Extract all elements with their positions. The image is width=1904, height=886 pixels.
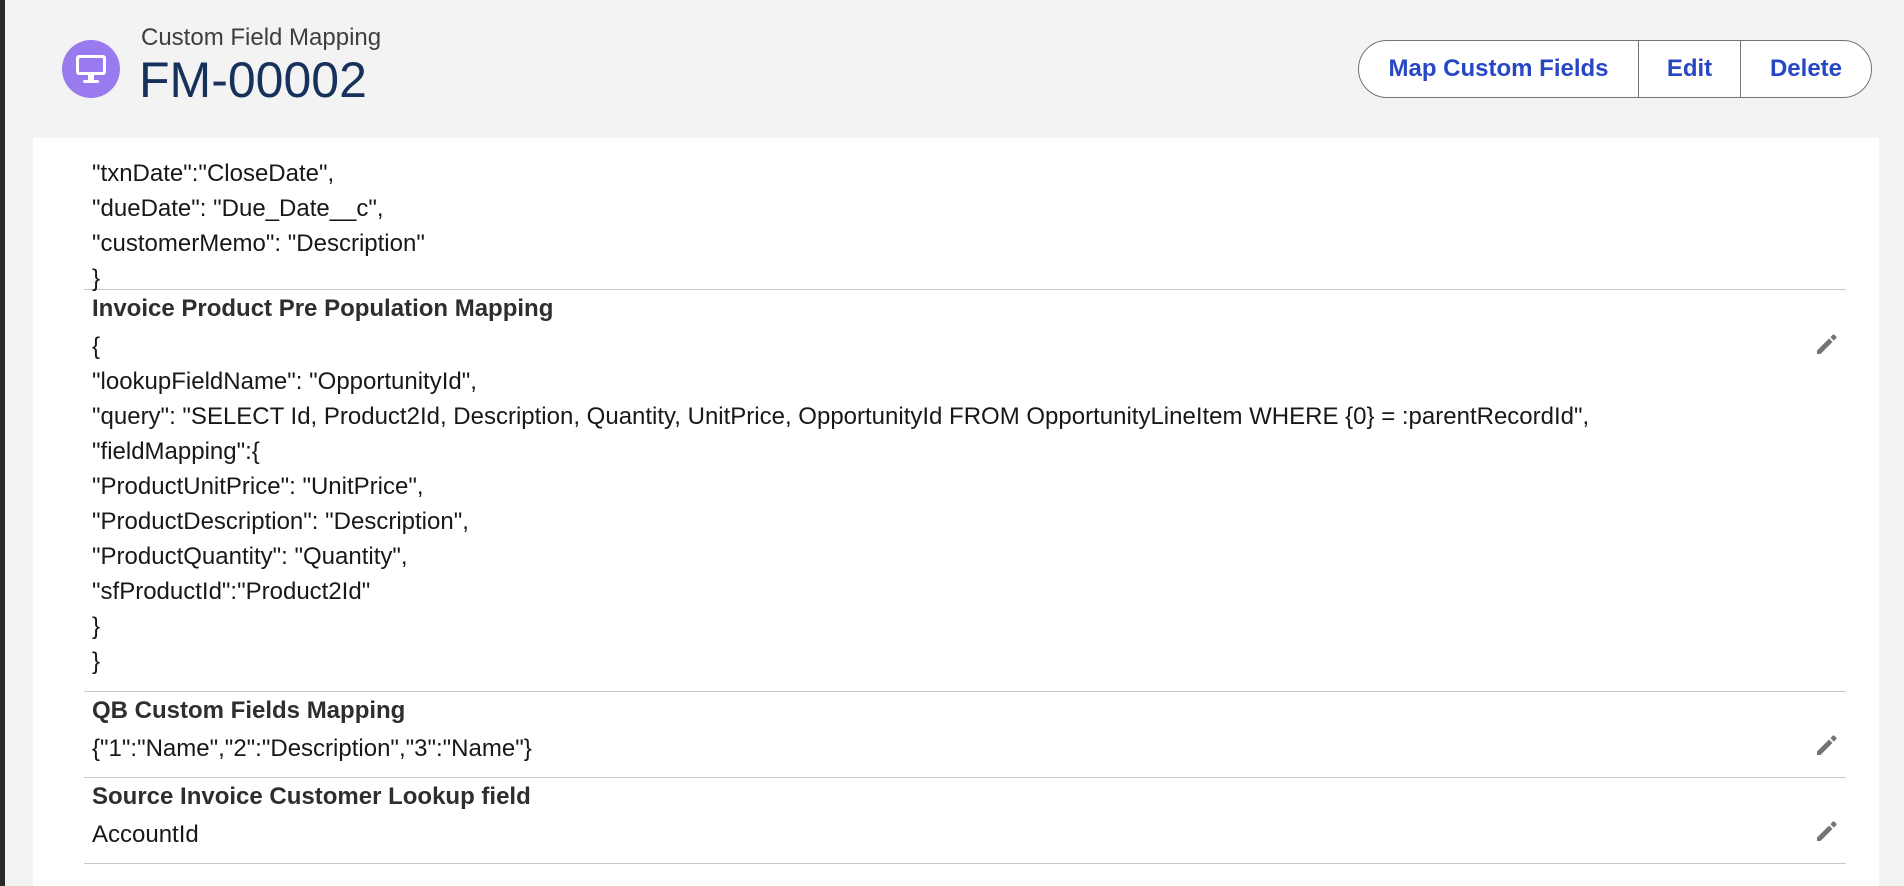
- field-value-line: "query": "SELECT Id, Product2Id, Descrip…: [92, 403, 1590, 430]
- delete-button[interactable]: Delete: [1740, 41, 1871, 97]
- field-value-line: "txnDate":"CloseDate",: [92, 160, 335, 187]
- map-custom-fields-button[interactable]: Map Custom Fields: [1359, 41, 1638, 97]
- field-value-line: {: [92, 333, 101, 360]
- field-source-invoice-customer-lookup: Source Invoice Customer Lookup field Acc…: [84, 778, 1846, 864]
- field-value-line: [92, 138, 425, 156]
- field-value: { "lookupFieldName": "OpportunityId", "q…: [92, 329, 1589, 679]
- field-value-line: AccountId: [92, 821, 199, 848]
- field-value-line: {"1":"Name","2":"Description","3":"Name"…: [92, 735, 532, 762]
- field-invoice-product-mapping: Invoice Product Pre Population Mapping {…: [84, 291, 1846, 692]
- object-label: Custom Field Mapping: [141, 24, 382, 51]
- record-detail-panel: "txnDate":"CloseDate", "dueDate": "Due_D…: [33, 138, 1879, 886]
- field-value-line: "ProductUnitPrice": "UnitPrice",: [92, 473, 424, 500]
- field-value-line: "lookupFieldName": "OpportunityId",: [92, 368, 477, 395]
- field-value-line: }: [92, 613, 101, 640]
- record-header: Custom Field Mapping FM-00002 Map Custom…: [5, 0, 1904, 138]
- page-title: FM-00002: [139, 52, 367, 108]
- field-value: "txnDate":"CloseDate", "dueDate": "Due_D…: [92, 138, 425, 296]
- field-value-line: "customerMemo": "Description": [92, 230, 425, 257]
- action-button-group: Map Custom Fields Edit Delete: [1358, 40, 1872, 98]
- field-label: QB Custom Fields Mapping: [92, 697, 406, 724]
- field-invoice-mapping-partial: "txnDate":"CloseDate", "dueDate": "Due_D…: [84, 138, 1846, 292]
- field-value-line: "sfProductId":"Product2Id": [92, 578, 371, 605]
- field-value: AccountId: [92, 817, 199, 852]
- edit-button[interactable]: Edit: [1638, 41, 1740, 97]
- desktop-icon: [62, 40, 120, 98]
- field-value-line: "dueDate": "Due_Date__c",: [92, 195, 384, 222]
- pencil-icon[interactable]: [1814, 818, 1840, 844]
- field-value-line: "ProductQuantity": "Quantity",: [92, 543, 408, 570]
- field-qb-custom-fields-mapping: QB Custom Fields Mapping {"1":"Name","2"…: [84, 692, 1846, 778]
- field-label: Source Invoice Customer Lookup field: [92, 783, 531, 810]
- field-value: {"1":"Name","2":"Description","3":"Name"…: [92, 731, 532, 766]
- field-value-line: }: [92, 648, 101, 675]
- field-label: Invoice Product Pre Population Mapping: [92, 295, 554, 322]
- pencil-icon[interactable]: [1814, 732, 1840, 758]
- pencil-icon[interactable]: [1814, 331, 1840, 357]
- field-value-line: "fieldMapping":{: [92, 438, 260, 465]
- field-value-line: "ProductDescription": "Description",: [92, 508, 469, 535]
